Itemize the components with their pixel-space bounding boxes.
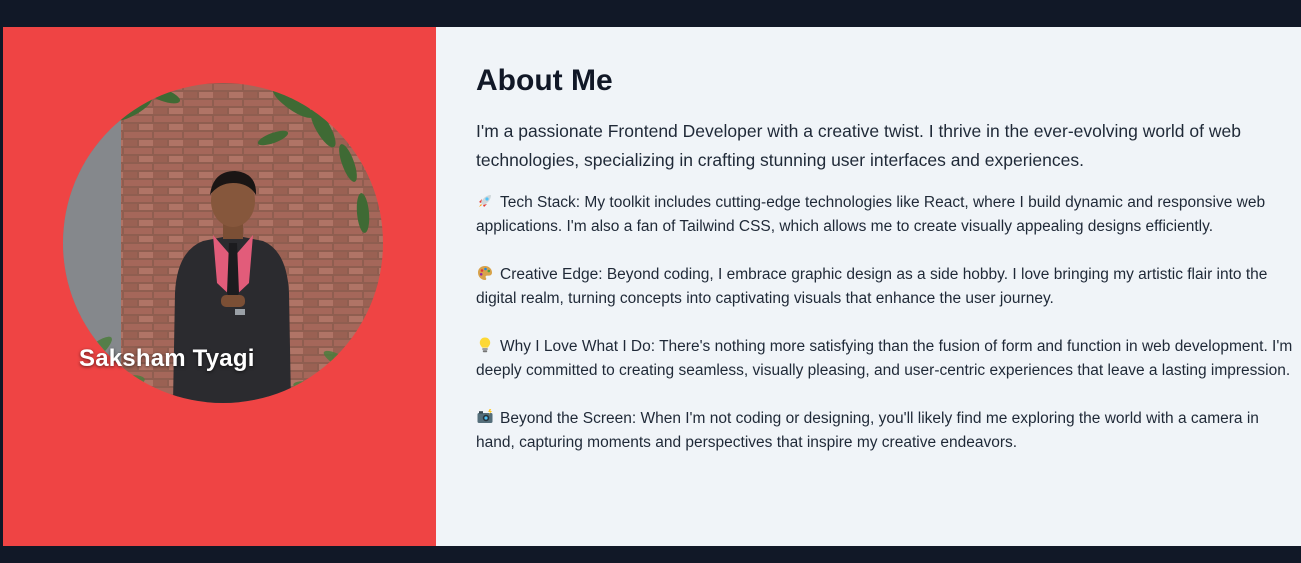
about-intro: I'm a passionate Frontend Developer with… bbox=[476, 121, 1241, 170]
rocket-icon bbox=[479, 195, 491, 207]
creative-edge-point: Creative Edge: Beyond coding, I embrace … bbox=[476, 263, 1293, 311]
creative-edge-text: Creative Edge: Beyond coding, I embrace … bbox=[476, 266, 1268, 307]
palette-icon bbox=[478, 266, 492, 280]
tech-stack-text: Tech Stack: My toolkit includes cutting-… bbox=[476, 194, 1266, 235]
lightbulb-icon bbox=[479, 337, 491, 353]
about-section: Saksham Tyagi About Me I'm a passionate … bbox=[3, 27, 1301, 546]
tech-stack-point: Tech Stack: My toolkit includes cutting-… bbox=[476, 191, 1293, 239]
camera-flash-icon bbox=[477, 409, 493, 423]
why-i-love-point: Why I Love What I Do: There's nothing mo… bbox=[476, 335, 1293, 383]
profile-panel: Saksham Tyagi bbox=[3, 27, 436, 546]
beyond-screen-point: Beyond the Screen: When I'm not coding o… bbox=[476, 407, 1293, 455]
about-heading: About Me bbox=[476, 64, 613, 97]
why-i-love-text: Why I Love What I Do: There's nothing mo… bbox=[476, 338, 1293, 379]
about-content: About Me I'm a passionate Frontend Devel… bbox=[436, 27, 1301, 546]
profile-name: Saksham Tyagi bbox=[79, 345, 255, 372]
beyond-screen-text: Beyond the Screen: When I'm not coding o… bbox=[476, 410, 1259, 451]
